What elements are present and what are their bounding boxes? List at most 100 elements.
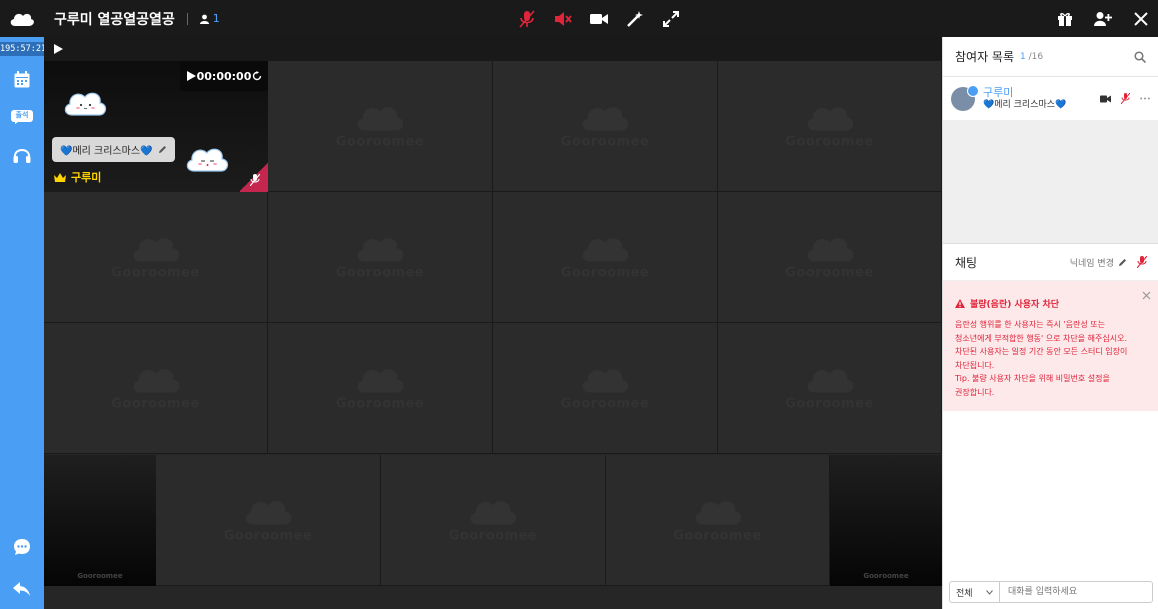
watermark-text: Gooroomee xyxy=(111,265,200,281)
participant-row[interactable]: 구루미 💙메리 크리스마스💙 xyxy=(943,77,1158,121)
alert-line: 음란성 행위를 한 사용자는 즉시 '음란성 또는 xyxy=(955,320,1105,329)
logo-cloud-icon[interactable] xyxy=(0,0,44,37)
close-icon[interactable] xyxy=(1132,10,1150,28)
empty-video-tile: Gooroomee xyxy=(44,192,268,323)
stage-header xyxy=(44,37,942,61)
cloud-sticker-icon xyxy=(62,87,108,121)
attendance-label: 출석 xyxy=(15,111,29,119)
empty-video-tile: Gooroomee xyxy=(606,455,830,586)
participant-status: 💙메리 크리스마스💙 xyxy=(983,99,1067,110)
chat-input-bar: 전체 xyxy=(949,581,1153,603)
play-icon[interactable] xyxy=(186,71,196,81)
mic-muted-icon[interactable] xyxy=(1121,93,1130,104)
watermark: Gooroomee xyxy=(443,497,543,544)
cloud-sticker-icon xyxy=(184,143,230,177)
watermark-text: Gooroomee xyxy=(111,396,200,412)
add-user-icon[interactable] xyxy=(1094,10,1112,28)
participant-name: 구루미 xyxy=(983,85,1014,99)
watermark: Gooroomee xyxy=(780,103,880,150)
edge-video-tile: Gooroomee xyxy=(830,455,942,586)
search-icon[interactable] xyxy=(1134,50,1146,63)
mic-muted-icon[interactable] xyxy=(518,9,536,28)
user-count-value: 1 xyxy=(212,12,220,25)
watermark-text: Gooroomee xyxy=(560,396,650,412)
status-message: 💙메리 크리스마스💙 xyxy=(60,146,153,157)
alert-line: 차단됩니다. xyxy=(955,360,995,370)
empty-video-tile: Gooroomee xyxy=(493,323,718,454)
status-message-pill[interactable]: 💙메리 크리스마스💙 xyxy=(52,137,176,162)
mic-muted-icon xyxy=(250,174,260,186)
empty-video-tile: Gooroomee xyxy=(268,192,493,323)
mic-muted-icon[interactable] xyxy=(1137,256,1147,268)
watermark-text: Gooroomee xyxy=(863,572,909,580)
speaker-muted-icon[interactable] xyxy=(554,10,572,28)
crown-icon xyxy=(54,172,66,182)
participant-info: 구루미 💙메리 크리스마스💙 xyxy=(983,86,1066,112)
alert-line: Tip. 불량 사용자 차단을 위해 비밀번호 설정을 xyxy=(955,374,1110,383)
person-icon xyxy=(199,14,209,24)
pencil-icon[interactable] xyxy=(158,145,167,154)
alert-body: 음란성 행위를 한 사용자는 즉시 '음란성 또는 청소년에게 부적합한 행동'… xyxy=(955,318,1147,399)
empty-video-tile: Gooroomee xyxy=(718,323,942,454)
participants-current: 1 xyxy=(1020,51,1026,62)
headphones-icon[interactable] xyxy=(11,144,33,166)
watermark-text: Gooroomee xyxy=(448,528,538,544)
gift-icon[interactable] xyxy=(1056,10,1074,28)
watermark-text: Gooroomee xyxy=(673,528,762,544)
magic-wand-icon[interactable] xyxy=(626,10,644,28)
watermark-text: Gooroomee xyxy=(560,265,650,281)
alert-line: 차단된 사용자는 일정 기간 동안 모든 스터디 입장이 xyxy=(955,347,1128,356)
right-panel: 참여자 목록 1 /16 구루미 💙메리 크리스마스💙 채팅 닉네임 변경 불량… xyxy=(942,37,1158,609)
alert-title-text: 불량(음란) 사용자 차단 xyxy=(970,300,1060,310)
avatar xyxy=(951,84,979,111)
owner-name: 구루미 xyxy=(71,171,102,184)
empty-video-tile: Gooroomee xyxy=(44,323,268,454)
reset-icon[interactable] xyxy=(252,71,262,81)
close-icon[interactable] xyxy=(1142,291,1151,300)
warning-icon xyxy=(955,299,965,308)
watermark-text: Gooroomee xyxy=(335,265,425,281)
header-actions xyxy=(1056,0,1150,37)
empty-video-tile: Gooroomee xyxy=(268,61,493,192)
alert-line: 권장합니다. xyxy=(955,387,995,397)
watermark: Gooroomee xyxy=(668,497,768,544)
empty-video-tile: Gooroomee xyxy=(493,61,718,192)
chat-bubble-icon[interactable] xyxy=(11,536,33,558)
calendar-icon[interactable] xyxy=(11,68,33,90)
alert-title: 불량(음란) 사용자 차단 xyxy=(955,297,1147,310)
watermark: Gooroomee xyxy=(106,234,206,281)
participant-actions xyxy=(1100,93,1150,104)
participants-count: 1 /16 xyxy=(1020,52,1043,62)
camera-icon[interactable] xyxy=(1100,95,1111,103)
empty-video-tile: Gooroomee xyxy=(718,192,942,323)
room-title: 구루미 열공열공열공 xyxy=(54,11,175,28)
watermark-text: Gooroomee xyxy=(335,396,425,412)
watermark-text: Gooroomee xyxy=(560,134,650,150)
watermark-text: Gooroomee xyxy=(785,134,874,150)
watermark-text: Gooroomee xyxy=(785,396,874,412)
chat-scope-select[interactable]: 전체 xyxy=(950,582,1000,602)
watermark-text: Gooroomee xyxy=(77,572,123,580)
fullscreen-icon[interactable] xyxy=(662,10,680,28)
participants-total: /16 xyxy=(1028,51,1044,62)
media-controls xyxy=(518,0,680,37)
chat-header: 채팅 닉네임 변경 xyxy=(943,243,1158,281)
empty-video-tile: Gooroomee xyxy=(718,61,942,192)
media-time: 00:00:00 xyxy=(196,69,252,83)
play-icon[interactable] xyxy=(52,43,64,55)
watermark: Gooroomee xyxy=(780,234,880,281)
watermark-text: Gooroomee xyxy=(785,265,874,281)
video-room: 구루미 열공열공열공 1 195:57:21 출석 00:00:00 💙메리 크… xyxy=(0,0,1158,609)
chat-input[interactable] xyxy=(1000,582,1152,602)
exit-back-icon[interactable] xyxy=(11,578,33,600)
self-video-tile[interactable]: 00:00:00 💙메리 크리스마스💙 구루미 xyxy=(44,61,268,192)
watermark: Gooroomee xyxy=(555,234,655,281)
camera-icon[interactable] xyxy=(590,10,608,28)
nickname-change-label: 닉네임 변경 xyxy=(1069,258,1114,269)
attendance-button[interactable]: 출석 xyxy=(11,106,33,128)
nickname-change-button[interactable]: 닉네임 변경 xyxy=(1070,256,1127,269)
more-icon[interactable] xyxy=(1140,97,1150,100)
watermark: Gooroomee xyxy=(330,365,430,412)
empty-video-tile: Gooroomee xyxy=(156,455,381,586)
participants-empty-area xyxy=(943,121,1158,243)
